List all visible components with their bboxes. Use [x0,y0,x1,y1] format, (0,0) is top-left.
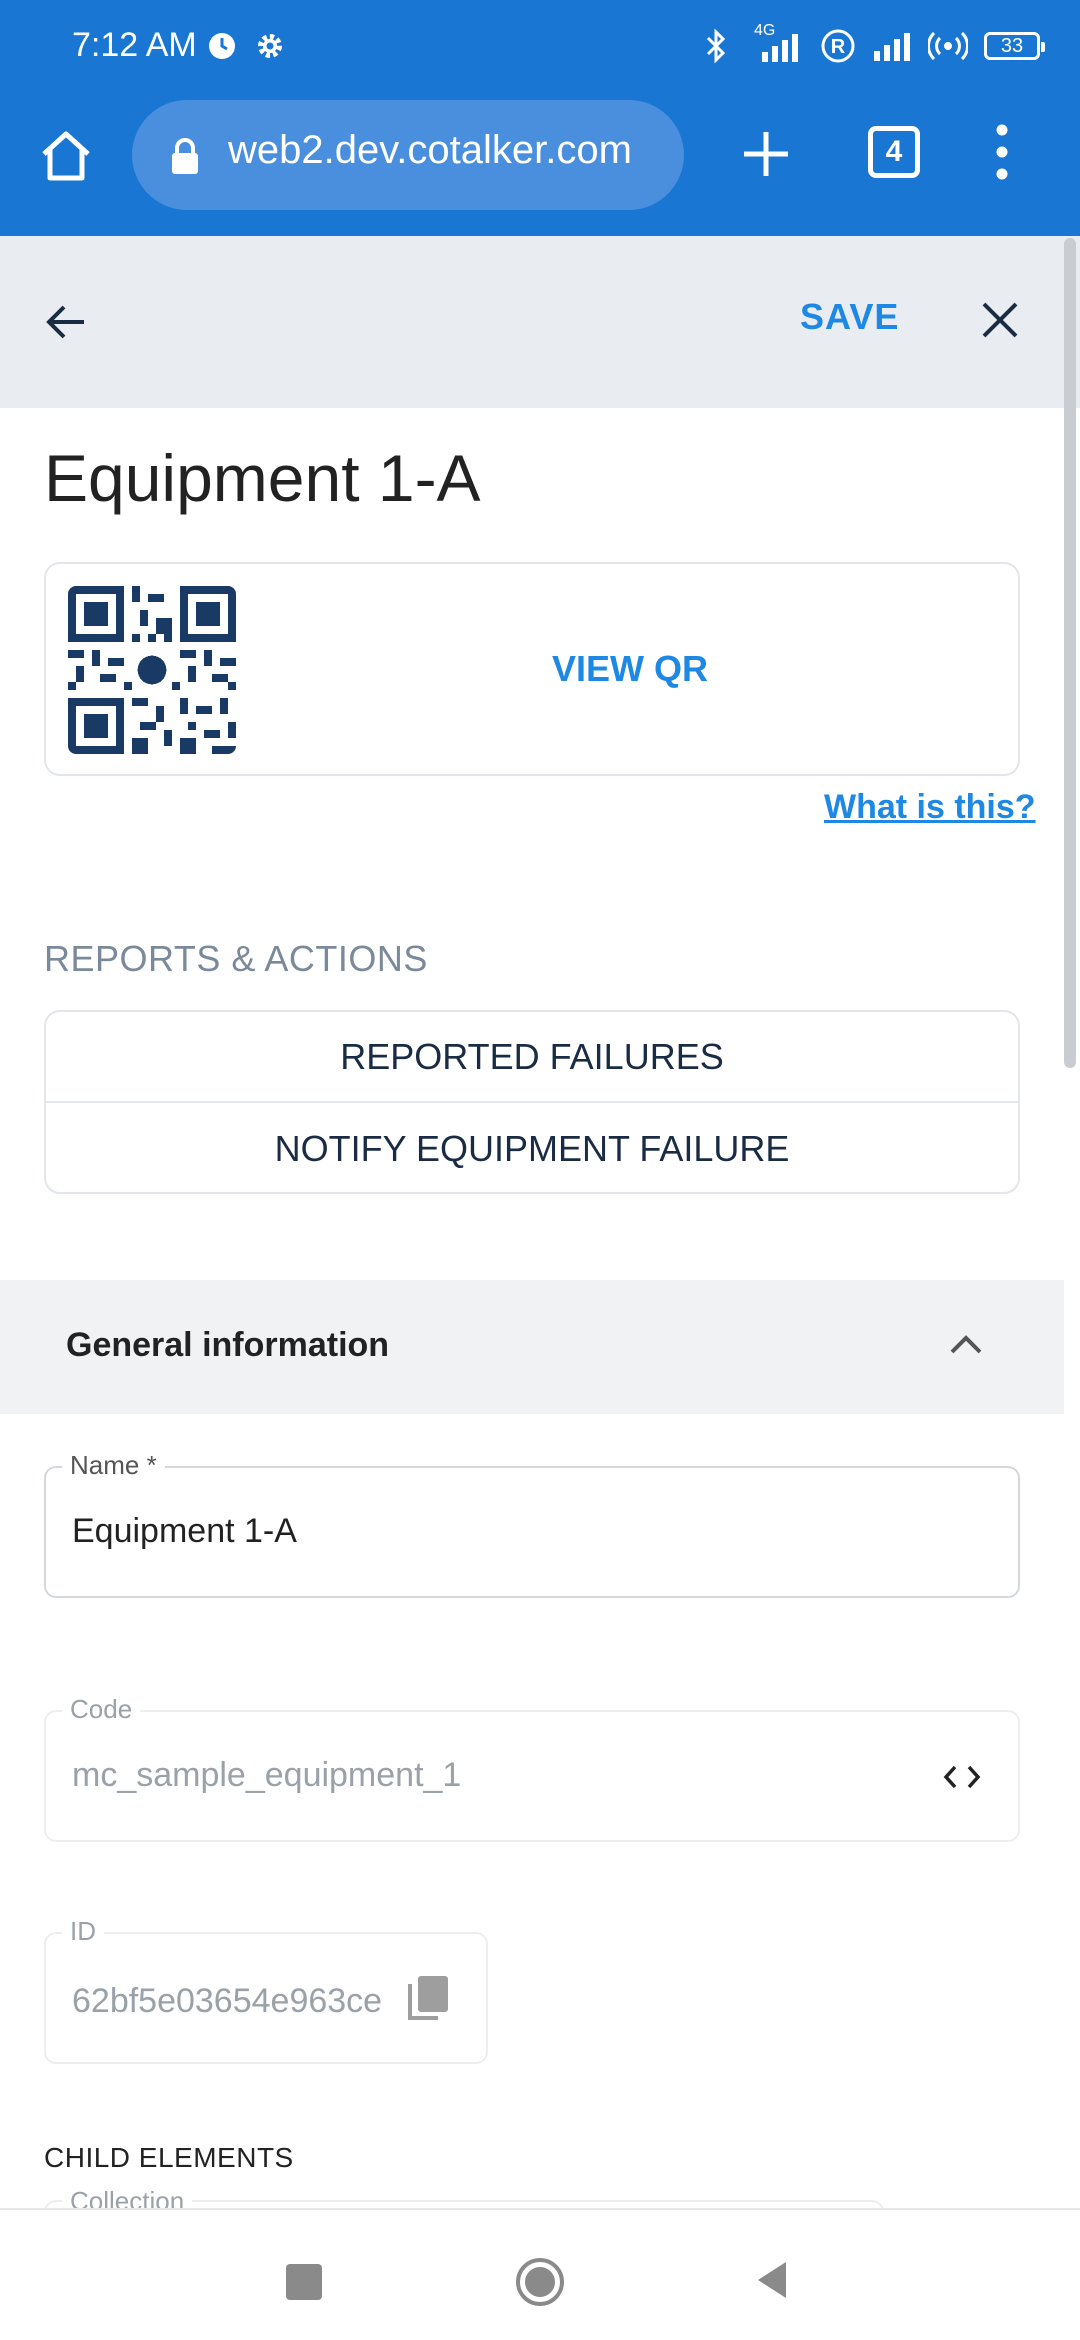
name-field-value[interactable]: Equipment 1-A [72,1512,297,1551]
status-time: 7:12 AM [72,26,197,64]
qr-code-image[interactable] [68,586,236,754]
name-field[interactable]: Name * Equipment 1-A [44,1450,1020,1598]
code-brackets-icon[interactable] [942,1762,982,1792]
arrow-back-icon[interactable] [40,296,92,348]
status-bar: 7:12 AM 4G R 33 [0,0,1080,96]
qr-card: VIEW QR [44,562,1020,776]
lock-icon [172,138,198,174]
save-button[interactable]: SAVE [800,296,899,338]
scrollbar[interactable] [1064,238,1076,1068]
back-nav-icon[interactable] [754,2260,790,2300]
more-vert-icon[interactable] [982,120,1022,184]
what-is-this-link[interactable]: What is this? [824,788,1036,827]
battery-icon: 33 [984,32,1045,60]
url-bar[interactable]: web2.dev.cotalker.com [132,100,684,210]
home-nav-icon[interactable] [514,2256,566,2308]
name-field-label: Name * [62,1450,165,1481]
status-right-icons: 4G R 33 [704,22,1045,66]
code-field: Code mc_sample_equipment_1 [44,1694,1020,1842]
reported-failures-button[interactable]: REPORTED FAILURES [46,1012,1018,1103]
chevron-up-icon[interactable] [946,1330,986,1360]
system-nav-bar [0,2208,1080,2340]
id-field-value: 62bf5e03654e963ce [72,1982,383,2020]
alarm-icon [209,33,235,59]
page-title: Equipment 1-A [44,441,481,515]
gear-icon [258,34,282,58]
signal-icon: 4G [744,22,804,64]
copy-icon[interactable] [406,1974,452,2024]
reports-section-label: REPORTS & ACTIONS [44,938,428,979]
code-field-value: mc_sample_equipment_1 [72,1756,462,1794]
app-header: SAVE [0,236,1080,408]
child-elements-label: CHILD ELEMENTS [44,2142,294,2173]
id-field-label: ID [62,1916,104,1947]
accordion-title: General information [66,1326,390,1364]
roaming-icon: R [821,29,855,63]
plus-icon[interactable] [736,124,796,184]
actions-card: REPORTED FAILURES NOTIFY EQUIPMENT FAILU… [44,1010,1020,1194]
browser-toolbar: web2.dev.cotalker.com 4 [0,96,1080,236]
signal-icon [874,33,910,61]
general-info-accordion[interactable]: General information [0,1280,1064,1414]
home-icon[interactable] [36,126,96,186]
notify-failure-button[interactable]: NOTIFY EQUIPMENT FAILURE [46,1103,1018,1194]
close-icon[interactable] [978,298,1022,342]
tab-count: 4 [885,135,903,168]
svg-text:R: R [831,36,846,58]
battery-level: 33 [1000,34,1024,57]
view-qr-button[interactable]: VIEW QR [552,648,708,690]
url-text: web2.dev.cotalker.com [228,128,632,172]
code-field-label: Code [62,1694,141,1725]
tabs-button[interactable]: 4 [868,126,920,178]
id-field: ID 62bf5e03654e963ce [44,1916,488,2064]
hotspot-icon [928,31,968,61]
bluetooth-icon [706,29,726,63]
recents-icon[interactable] [286,2264,322,2300]
